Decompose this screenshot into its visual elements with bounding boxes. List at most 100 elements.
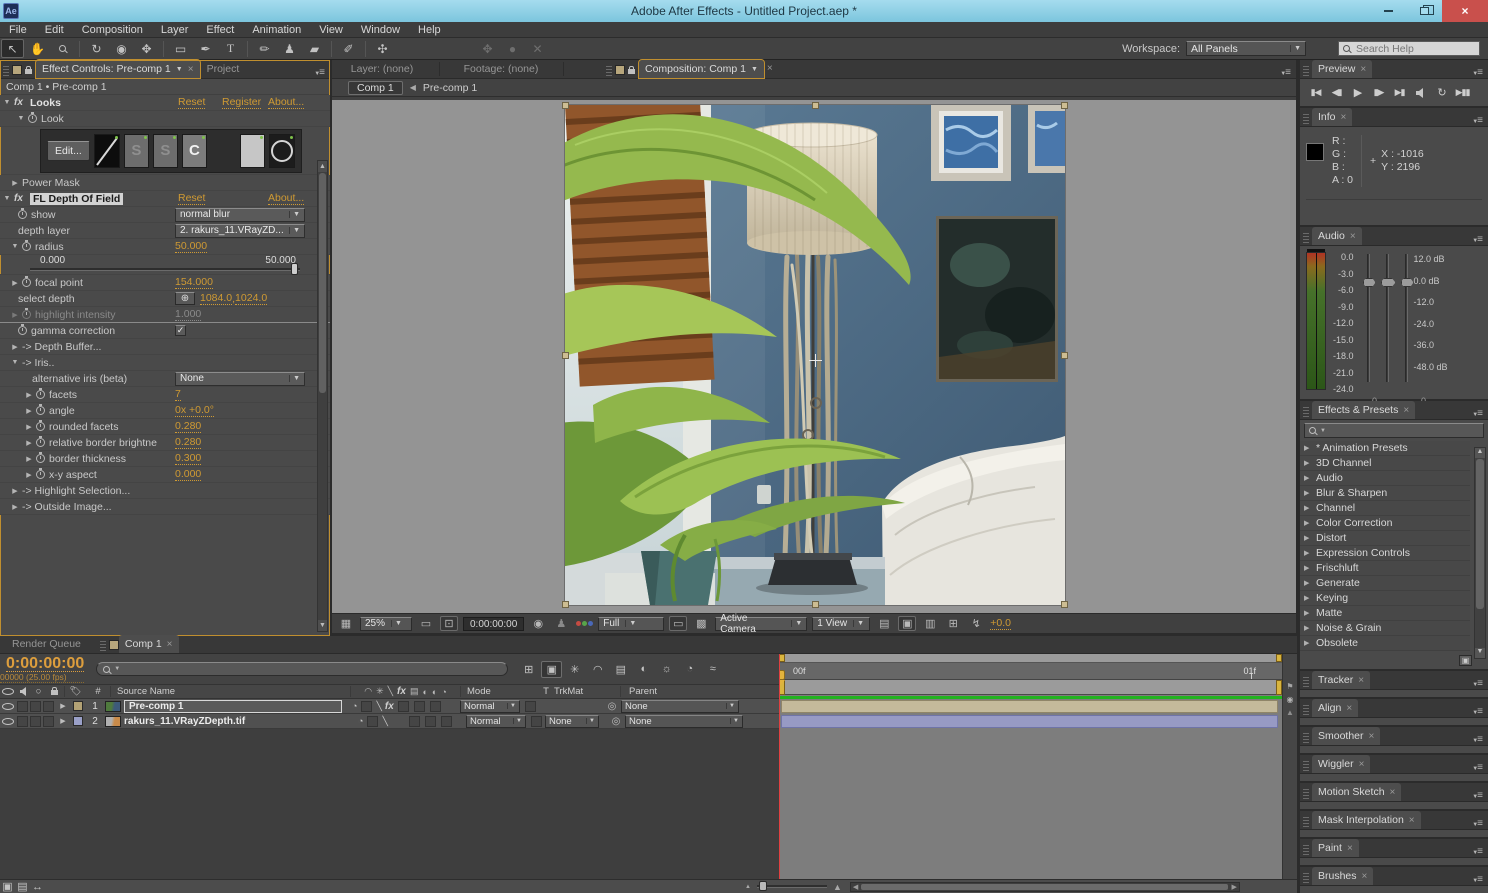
- looks-thumb-c[interactable]: C: [182, 134, 207, 168]
- zoom-out-mountain-icon[interactable]: ▲: [745, 884, 751, 890]
- tab-motion-sketch[interactable]: Motion Sketch×: [1312, 783, 1401, 801]
- panel-gripper[interactable]: [1303, 64, 1309, 76]
- xy-aspect-value[interactable]: 0.000: [175, 468, 201, 481]
- stopwatch-icon[interactable]: [36, 406, 45, 415]
- viewer-timecode[interactable]: 0:00:00:00: [463, 617, 524, 631]
- stopwatch-icon[interactable]: [36, 422, 45, 431]
- fast-previews-icon[interactable]: ↯: [967, 617, 985, 630]
- effect-controls-scrollbar[interactable]: ▲ ▼: [317, 160, 328, 632]
- stopwatch-icon[interactable]: [22, 278, 31, 287]
- tab-audio[interactable]: Audio×: [1312, 227, 1362, 245]
- refresh-view-icon[interactable]: ▣: [898, 616, 916, 631]
- layer-2-duration-bar[interactable]: [781, 715, 1278, 728]
- menu-composition[interactable]: Composition: [73, 22, 152, 38]
- effects-search-box[interactable]: ▼: [1304, 423, 1484, 438]
- param-row-power-mask[interactable]: ▶ Power Mask: [0, 175, 330, 191]
- stopwatch-icon[interactable]: [18, 326, 27, 335]
- looks-reset-link[interactable]: Reset: [178, 96, 205, 109]
- lock-toggle-cell[interactable]: [43, 716, 54, 727]
- switch-cell[interactable]: [414, 701, 425, 712]
- resolution-dropdown[interactable]: Full▼: [598, 617, 664, 631]
- panel-menu-icon[interactable]: ▼≡: [1466, 762, 1488, 773]
- tab-paint[interactable]: Paint×: [1312, 839, 1359, 857]
- mini-flowchart-icon[interactable]: ⊞: [944, 617, 962, 630]
- tab-smoother[interactable]: Smoother×: [1312, 727, 1380, 745]
- parent-pickwhip-icon[interactable]: ◎: [607, 716, 625, 727]
- expander-icon[interactable]: ▶: [8, 503, 22, 511]
- tab-effects-presets[interactable]: Effects & Presets×: [1312, 401, 1415, 419]
- tab-close-icon[interactable]: ×: [1350, 231, 1356, 242]
- tab-tracker[interactable]: Tracker×: [1312, 671, 1370, 689]
- layer-visibility-icon[interactable]: [2, 718, 14, 725]
- panel-gripper[interactable]: [1303, 703, 1309, 715]
- menu-window[interactable]: Window: [352, 22, 409, 38]
- tab-render-queue[interactable]: Render Queue: [6, 635, 87, 653]
- looks-thumb-s2[interactable]: S: [153, 134, 178, 168]
- region-of-interest-icon[interactable]: ⊡: [440, 616, 458, 631]
- layer-row-2[interactable]: ▶ 2 rakurs_11.VRayZDepth.tif ◔ ╲ Normal▼…: [0, 714, 779, 729]
- select-depth-y-value[interactable]: 1024.0: [235, 292, 267, 305]
- panel-menu-icon[interactable]: ▼≡: [1466, 678, 1488, 689]
- hide-shy-layers-icon[interactable]: ◠: [587, 661, 608, 678]
- selection-handle-top-left[interactable]: [562, 102, 569, 109]
- tab-comp-1[interactable]: Comp 1 ×: [119, 635, 179, 653]
- close-button[interactable]: ×: [1442, 0, 1488, 22]
- brush-tool-icon[interactable]: ✏: [253, 39, 276, 58]
- safe-margins-icon[interactable]: ▭: [417, 617, 435, 630]
- slider-thumb[interactable]: [1381, 278, 1396, 287]
- panel-gripper[interactable]: [1303, 731, 1309, 743]
- timeline-horizontal-scrollbar[interactable]: ◀ ▶: [850, 882, 1240, 892]
- effect-name[interactable]: FL Depth Of Field: [30, 193, 123, 205]
- stopwatch-icon[interactable]: [18, 210, 27, 219]
- rotation-tool-icon[interactable]: ↻: [85, 39, 108, 58]
- playhead[interactable]: [779, 670, 787, 686]
- selection-handle-mid-right[interactable]: [1061, 352, 1068, 359]
- trkmat-column-header[interactable]: TrkMat: [554, 686, 620, 697]
- loop-button[interactable]: ↻: [1432, 85, 1451, 101]
- tab-close-icon[interactable]: ×: [1360, 64, 1366, 75]
- expander-icon[interactable]: ▼: [14, 115, 28, 122]
- search-options-icon[interactable]: ▼: [1320, 428, 1326, 434]
- composition-image[interactable]: [565, 105, 1065, 605]
- tab-preview[interactable]: Preview×: [1312, 60, 1372, 78]
- tab-effect-controls[interactable]: Effect Controls: Pre-comp 1 ▼ ×: [36, 60, 200, 78]
- scrollbar-thumb[interactable]: [861, 884, 1228, 890]
- panel-menu-icon[interactable]: ▼≡: [1466, 846, 1488, 857]
- looks-thumb-vignette[interactable]: [269, 134, 295, 168]
- panel-menu-icon[interactable]: ▼≡: [1274, 67, 1296, 78]
- gamma-checkbox[interactable]: ✓: [175, 325, 186, 336]
- depth-layer-dropdown[interactable]: 2. rakurs_11.VRayZD...▼: [175, 224, 305, 238]
- scroll-right-icon[interactable]: ▶: [1231, 883, 1236, 891]
- last-frame-button[interactable]: ▶▮: [1390, 85, 1409, 101]
- tab-close-icon[interactable]: ×: [167, 639, 173, 650]
- breadcrumb-back-icon[interactable]: ◀: [410, 83, 416, 92]
- layer-name[interactable]: Pre-comp 1: [124, 700, 342, 713]
- previous-frame-button[interactable]: ◀▮: [1327, 85, 1346, 101]
- category-frischluft[interactable]: ▶Frischluft: [1300, 561, 1470, 576]
- solo-toggle-cell[interactable]: [30, 716, 41, 727]
- panel-menu-icon[interactable]: ▼≡: [308, 67, 330, 78]
- solo-toggle-cell[interactable]: [30, 701, 41, 712]
- group-row-highlight-selection[interactable]: ▶ -> Highlight Selection...: [0, 483, 330, 499]
- expand-layer-switches-icon[interactable]: ▣: [0, 878, 15, 893]
- play-button[interactable]: ▶: [1348, 85, 1367, 101]
- panel-gripper[interactable]: [1303, 675, 1309, 687]
- expander-icon[interactable]: ▶: [22, 423, 36, 431]
- panel-gripper[interactable]: [1303, 871, 1309, 883]
- selection-handle-mid-left[interactable]: [562, 352, 569, 359]
- panel-gripper[interactable]: [606, 64, 612, 76]
- workspace-dropdown[interactable]: All Panels ▼: [1186, 41, 1306, 56]
- auto-keyframe-icon[interactable]: ◔: [679, 661, 700, 678]
- switch-cell[interactable]: [425, 716, 436, 727]
- expander-icon[interactable]: ▶: [22, 455, 36, 463]
- tab-footage[interactable]: Footage: (none): [446, 60, 556, 78]
- menu-layer[interactable]: Layer: [152, 22, 198, 38]
- new-animation-preset-icon[interactable]: ▣: [1459, 655, 1472, 666]
- panel-menu-icon[interactable]: ▼≡: [1466, 67, 1488, 78]
- show-channel-icon[interactable]: [575, 621, 593, 626]
- timeline-search-box[interactable]: ▼: [96, 662, 508, 676]
- expander-icon[interactable]: ▶: [8, 343, 22, 351]
- tab-dropdown-icon[interactable]: ▼: [751, 66, 758, 73]
- stopwatch-icon[interactable]: [36, 470, 45, 479]
- hand-tool-icon[interactable]: ✋: [26, 39, 49, 58]
